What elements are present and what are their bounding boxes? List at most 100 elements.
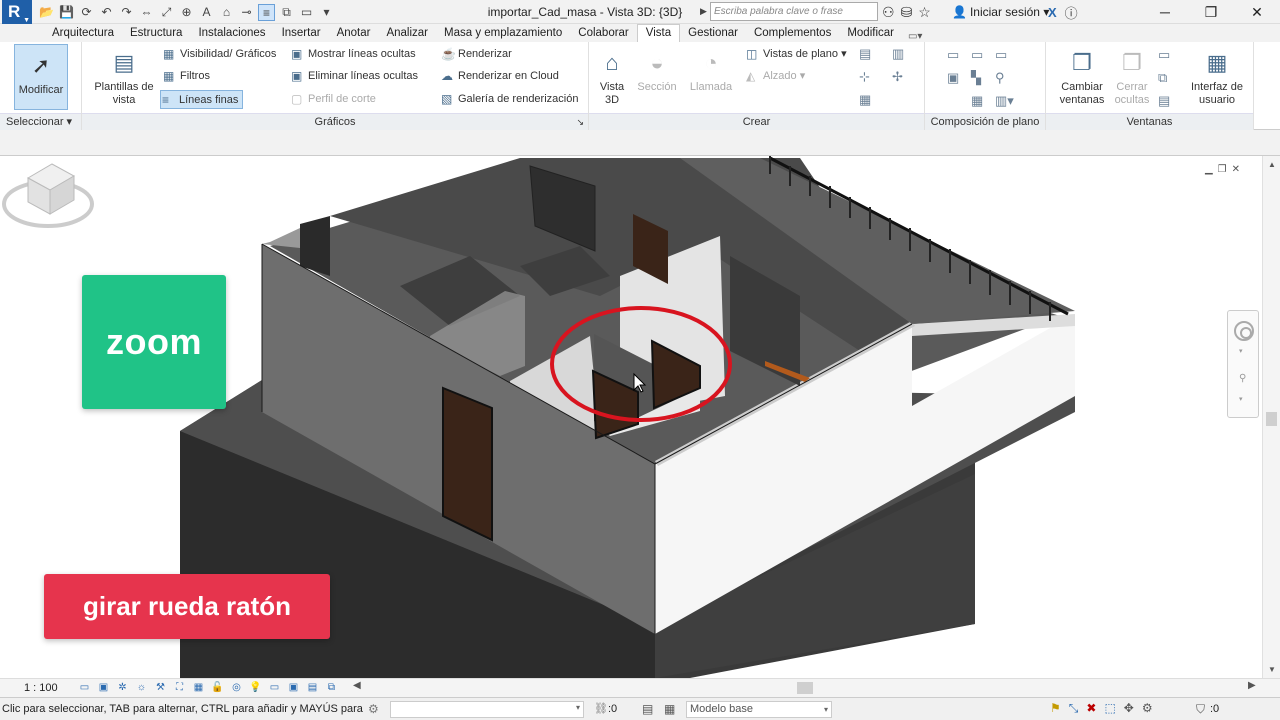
chevron-down-icon[interactable]: ▾	[1239, 347, 1243, 355]
horizontal-scroll-thumb[interactable]	[797, 682, 813, 694]
3d-view-icon[interactable]: ⌂	[218, 4, 235, 21]
vertical-scrollbar[interactable]: ▲ ▼	[1262, 156, 1280, 678]
detail-level-icon[interactable]: ▭	[76, 680, 93, 696]
tab-complementos[interactable]: Complementos	[746, 25, 839, 42]
subscription-icon[interactable]: ⛁	[901, 4, 913, 21]
help-icon[interactable]: ⓘ	[1065, 3, 1078, 22]
tab-insertar[interactable]: Insertar	[274, 25, 329, 42]
editable-only-icon[interactable]: ▤	[642, 702, 653, 716]
workset-selector[interactable]: ▾	[390, 701, 584, 718]
dialog-launcher-icon[interactable]: ↘	[576, 114, 584, 130]
switch-windows-icon[interactable]: ▭	[298, 4, 315, 21]
ribbon-toggle-icon[interactable]: ▭▾	[902, 31, 928, 42]
renderizar-cloud-button[interactable]: ☁ Renderizar en Cloud	[440, 67, 559, 86]
scroll-down-icon[interactable]: ▼	[1268, 665, 1276, 674]
select-pinned-icon[interactable]: ✖	[1086, 701, 1096, 716]
design-option-selector[interactable]: Modelo base ▾	[686, 701, 832, 718]
constraints-icon[interactable]: ⧉	[323, 680, 340, 696]
view-reference-icon[interactable]: ▦	[971, 93, 983, 109]
view-close-icon[interactable]: ✕	[1232, 164, 1240, 175]
viewports-icon[interactable]: ▥▾	[995, 93, 1014, 109]
worksharing-icon[interactable]: ▣	[285, 680, 302, 696]
filtros-button[interactable]: ▦ Filtros	[162, 67, 210, 86]
view-scale[interactable]: 1 : 100	[24, 679, 58, 697]
reveal-hidden-icon[interactable]: 💡	[247, 680, 264, 696]
view-minimize-icon[interactable]: ▁	[1205, 164, 1213, 175]
matchline-icon[interactable]: ⚲	[995, 70, 1005, 86]
search-input[interactable]: Escriba palabra clave o frase	[710, 2, 878, 21]
chevron-down-icon[interactable]: ▾	[1239, 395, 1243, 403]
scroll-up-icon[interactable]: ▲	[1268, 160, 1276, 169]
show-crop-icon[interactable]: ▦	[190, 680, 207, 696]
crop-view-icon[interactable]: ⛶	[171, 680, 188, 696]
section-icon[interactable]: ⊸	[238, 4, 255, 21]
undo-icon[interactable]: ↶	[98, 4, 115, 21]
background-processes-icon[interactable]: ⚙	[1142, 701, 1153, 716]
cascade-icon[interactable]: ⧉	[1158, 70, 1167, 86]
scroll-thumb[interactable]	[1266, 412, 1277, 426]
tag-icon[interactable]: ⊕	[178, 4, 195, 21]
design-options-icon[interactable]: ▦	[664, 702, 675, 716]
select-underlay-icon[interactable]: ⤡	[1069, 701, 1079, 716]
drafting-view-icon[interactable]: ▥	[892, 46, 904, 62]
scope-box-icon[interactable]: ✢	[892, 69, 903, 85]
customize-icon[interactable]: ▾	[318, 4, 335, 21]
tab-modificar[interactable]: Modificar	[839, 25, 902, 42]
text-icon[interactable]: A	[198, 4, 215, 21]
renderizar-button[interactable]: ☕ Renderizar	[440, 45, 512, 64]
mostrar-lineas-button[interactable]: ▣ Mostrar líneas ocultas	[290, 45, 416, 64]
interfaz-usuario-button[interactable]: ▦ Interfaz de usuario	[1184, 48, 1250, 110]
filter-icon[interactable]: ⛉	[1196, 702, 1205, 717]
open-icon[interactable]: 📂	[38, 4, 55, 21]
tile-icon[interactable]: ▤	[1158, 93, 1170, 109]
eliminar-lineas-button[interactable]: ▣ Eliminar líneas ocultas	[290, 67, 418, 86]
tab-arquitectura[interactable]: Arquitectura	[44, 25, 122, 42]
thin-lines-icon[interactable]: ≡	[258, 3, 275, 21]
measure-icon[interactable]: ⇔	[138, 4, 155, 21]
view-restore-icon[interactable]: ❐	[1218, 164, 1227, 175]
tab-masa[interactable]: Masa y emplazamiento	[436, 25, 570, 42]
replicate-icon[interactable]: ▭	[1158, 47, 1170, 63]
exchange-icon[interactable]: X	[1048, 5, 1057, 20]
sheet-icon[interactable]: ▭	[947, 47, 959, 63]
llamada-button[interactable]: ◔ Llamada	[685, 48, 737, 110]
select-links-icon[interactable]: ⚑	[1050, 701, 1061, 716]
minimize-button[interactable]: ─	[1142, 0, 1188, 24]
temporary-properties-icon[interactable]: ▭	[266, 680, 283, 696]
search-expand-icon[interactable]: ▶	[700, 3, 710, 20]
dimension-icon[interactable]: ⤢	[158, 4, 175, 21]
tab-estructura[interactable]: Estructura	[122, 25, 190, 42]
restore-button[interactable]: ❐	[1188, 0, 1234, 24]
navigation-bar[interactable]: ▾ ⚲ ▾	[1227, 310, 1259, 418]
app-menu-button[interactable]: R ▼	[2, 0, 32, 24]
tab-analizar[interactable]: Analizar	[378, 25, 436, 42]
temporary-hide-icon[interactable]: ◎	[228, 680, 245, 696]
modificar-button[interactable]: ➚ Modificar	[14, 44, 68, 110]
vista3d-button[interactable]: ⌂ Vista 3D	[595, 48, 629, 110]
sync-icon[interactable]: ⟳	[78, 4, 95, 21]
redo-icon[interactable]: ↷	[118, 4, 135, 21]
plantillas-button[interactable]: ▤ Plantillas de vista	[88, 48, 160, 110]
lineas-finas-button[interactable]: ≡ Líneas finas	[160, 90, 244, 109]
place-view-icon[interactable]: ▣	[947, 70, 959, 86]
tab-instalaciones[interactable]: Instalaciones	[190, 25, 273, 42]
revisions-icon[interactable]: ▭	[995, 47, 1007, 63]
tab-colaborar[interactable]: Colaborar	[570, 25, 637, 42]
close-hidden-icon[interactable]: ⧉	[278, 4, 295, 21]
tab-vista[interactable]: Vista	[636, 24, 681, 42]
render-dialog-icon[interactable]: ⚒	[152, 680, 169, 696]
worksets-icon[interactable]: ⚙	[368, 702, 379, 716]
vistas-plano-button[interactable]: ◫ Vistas de plano ▾	[745, 45, 847, 64]
tab-anotar[interactable]: Anotar	[329, 25, 379, 42]
close-button[interactable]: ✕	[1234, 0, 1280, 24]
galeria-button[interactable]: ▧ Galería de renderización	[440, 90, 578, 109]
perfil-corte-button[interactable]: ▢ Perfil de corte	[290, 90, 376, 109]
zoom-icon[interactable]: ⚲	[1239, 373, 1246, 384]
seccion-button[interactable]: ◒ Sección	[633, 48, 681, 110]
visibilidad-button[interactable]: ▦ Visibilidad/ Gráficos	[162, 45, 276, 64]
shadows-icon[interactable]: ☼	[133, 680, 150, 696]
title-block-icon[interactable]: ▭	[971, 47, 983, 63]
save-icon[interactable]: 💾	[58, 4, 75, 21]
visual-style-icon[interactable]: ▣	[95, 680, 112, 696]
steering-wheel-icon[interactable]	[1234, 321, 1254, 341]
